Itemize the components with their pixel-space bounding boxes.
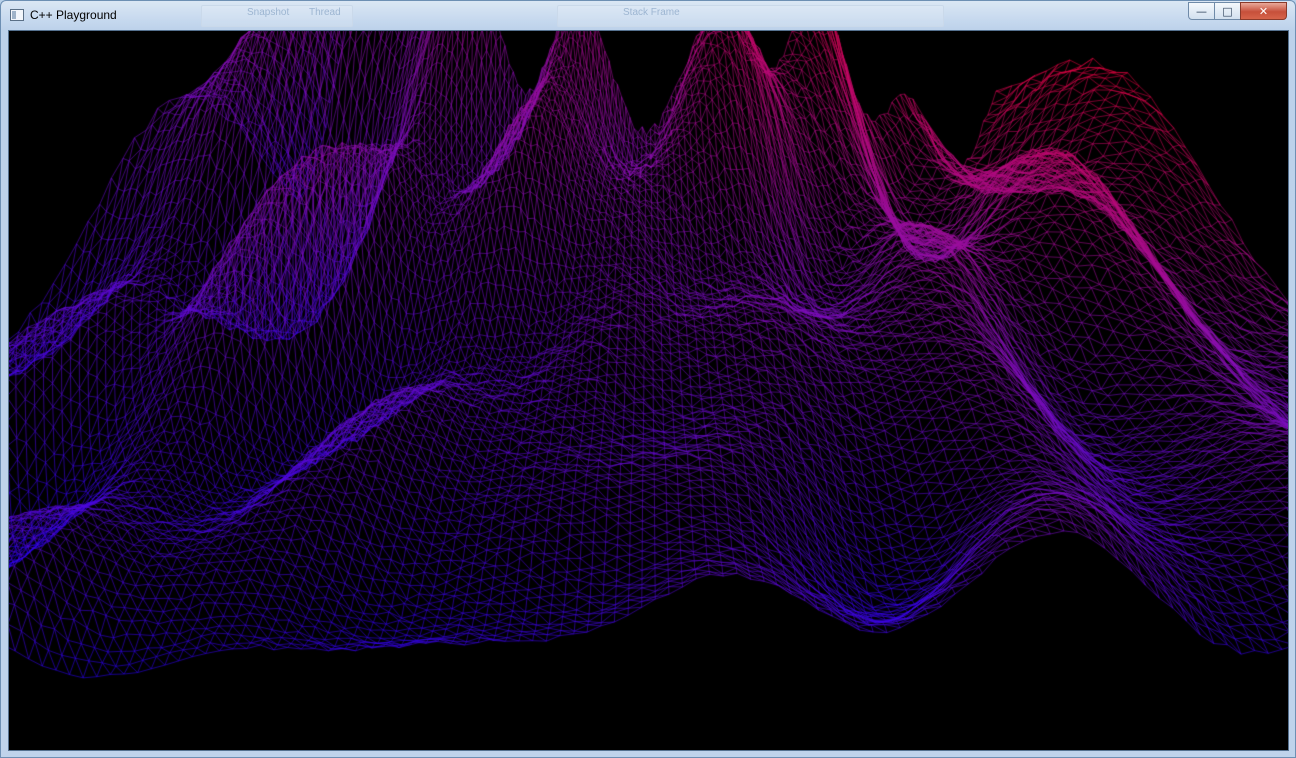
maximize-icon: □	[1222, 4, 1233, 18]
close-icon: ✕	[1258, 4, 1269, 18]
minimize-button[interactable]: —	[1188, 2, 1215, 20]
minimize-icon: —	[1196, 4, 1207, 18]
title-bar[interactable]: C++ Playground Snapshot Thread Stack Fra…	[1, 1, 1295, 31]
window-app-icon[interactable]	[10, 9, 24, 21]
background-ghost-text: Thread	[309, 7, 341, 18]
background-toolbar-ghost	[557, 5, 944, 27]
render-viewport[interactable]	[8, 30, 1289, 751]
background-ghost-text: Snapshot	[247, 7, 290, 18]
background-ghost-text: Stack Frame	[623, 7, 680, 18]
wireframe-terrain-canvas[interactable]	[9, 31, 1288, 750]
maximize-button[interactable]: □	[1214, 2, 1241, 20]
app-window: C++ Playground Snapshot Thread Stack Fra…	[0, 0, 1296, 758]
close-button[interactable]: ✕	[1240, 2, 1287, 20]
window-title: C++ Playground	[30, 8, 117, 22]
